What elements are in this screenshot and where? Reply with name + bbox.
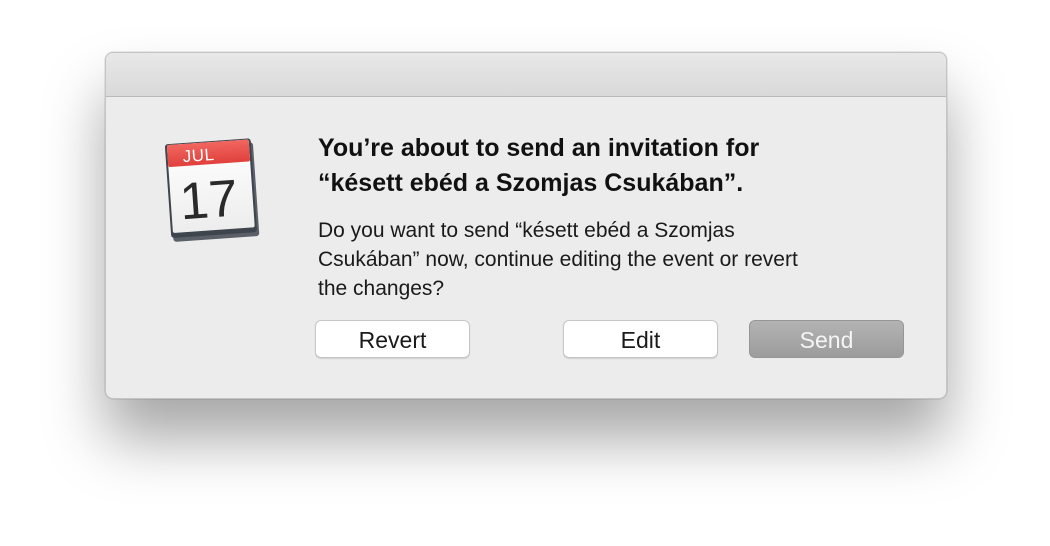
alert-content: You’re about to send an invitation for “… xyxy=(318,131,908,303)
edit-button[interactable]: Edit xyxy=(563,320,718,358)
calendar-icon-month: JUL xyxy=(182,145,215,166)
invitation-alert-dialog: JUL 17 You’re about to send an invitatio… xyxy=(105,52,947,399)
send-button[interactable]: Send xyxy=(749,320,904,358)
message-line-2: Csukában” now, continue editing the even… xyxy=(318,248,798,271)
message-line-3: the changes? xyxy=(318,277,445,300)
screen: JUL 17 You’re about to send an invitatio… xyxy=(0,0,1050,546)
headline-line-2: “késett ebéd a Szomjas Csukában”. xyxy=(318,169,744,197)
dialog-titlebar xyxy=(106,53,946,97)
revert-button[interactable]: Revert xyxy=(315,320,470,358)
message-line-1: Do you want to send “késett ebéd a Szomj… xyxy=(318,219,735,242)
headline-line-1: You’re about to send an invitation for xyxy=(318,134,760,162)
calendar-icon-day: 17 xyxy=(178,169,240,231)
calendar-app-icon: JUL 17 xyxy=(164,138,260,242)
alert-message: Do you want to send “késett ebéd a Szomj… xyxy=(318,216,908,303)
alert-headline: You’re about to send an invitation for “… xyxy=(318,131,908,201)
